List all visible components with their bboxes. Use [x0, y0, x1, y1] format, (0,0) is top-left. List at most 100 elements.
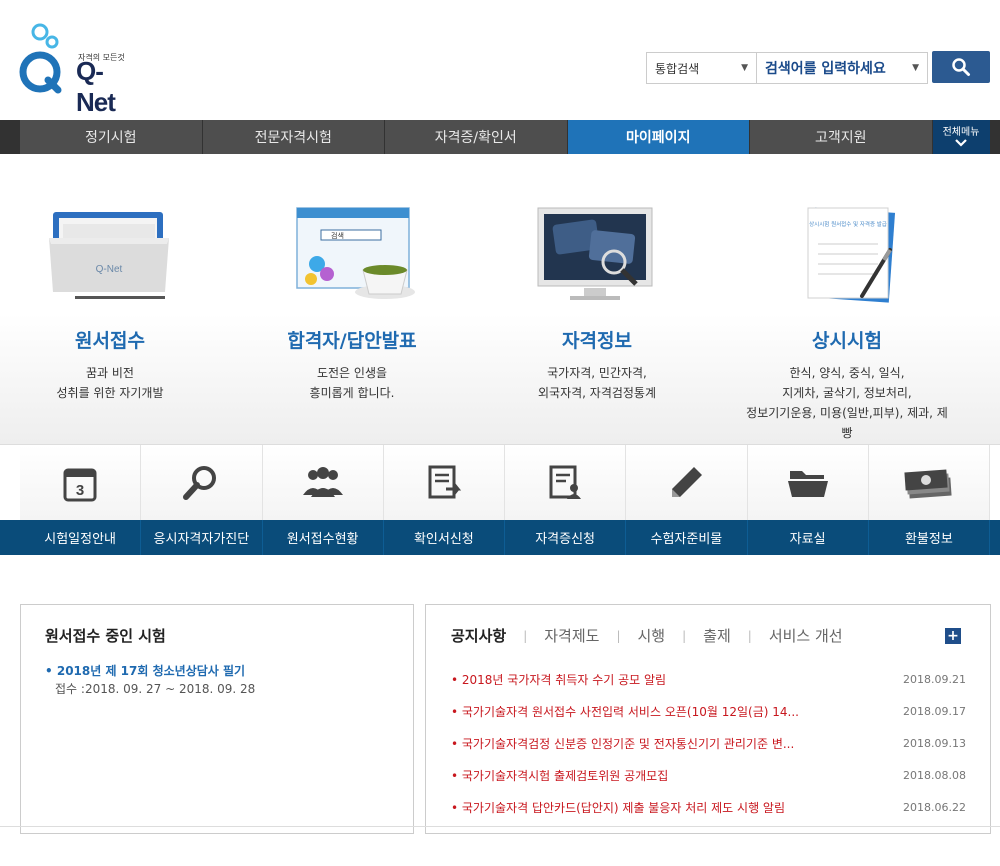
quick-item-supplies[interactable]: [626, 445, 748, 520]
money-icon: [904, 469, 952, 498]
quick-item-application-status[interactable]: [262, 445, 384, 520]
feature-desc-line: 도전은 인생을: [316, 366, 388, 380]
folder-logo-text: Q-Net: [96, 264, 123, 275]
tab-question[interactable]: 출제: [703, 625, 731, 646]
header: 자격의 모든것 Q-Net 통합검색 ▼ 검색어를 입력하세요 ▼: [0, 0, 1000, 120]
document-arrow-icon: [428, 465, 461, 498]
quick-menu-labels: 시험일정안내 응시자격자가진단 원서접수현황 확인서신청 자격증신청 수험자준비…: [20, 520, 990, 555]
logo-bubbles-icon: [19, 23, 62, 94]
quick-label-application-status[interactable]: 원서접수현황: [263, 520, 384, 555]
pencil-icon: [672, 466, 703, 497]
folder-image-icon: Q-Net: [49, 212, 169, 299]
feature-desc-line: 국가자격, 민간자격,: [547, 366, 647, 380]
notice-title[interactable]: • 국가기술자격시험 출제검토위원 공개모집: [451, 767, 846, 784]
quick-item-confirmation[interactable]: [383, 445, 505, 520]
nav-item-regular-exam[interactable]: 정기시험: [20, 120, 203, 154]
list-item[interactable]: • 국가기술자격 답안카드(답안지) 제출 불응자 처리 제도 시행 알림 20…: [451, 791, 966, 823]
quick-label-eligibility[interactable]: 응시자격자가진단: [141, 520, 263, 555]
nav-item-support[interactable]: 고객지원: [750, 120, 933, 154]
nav-edge: [0, 120, 20, 154]
search-scope-select[interactable]: 통합검색 ▼: [646, 52, 756, 84]
quick-item-eligibility[interactable]: [141, 445, 263, 520]
feature-title: 자격정보: [562, 330, 632, 352]
tab-divider: |: [747, 628, 752, 643]
search-button[interactable]: [932, 51, 990, 83]
tab-divider: |: [682, 628, 687, 643]
feature-desc: 꿈과 비전 성취를 위한 자기개발: [5, 363, 215, 403]
search-scope-value: 통합검색: [655, 61, 700, 76]
quick-item-certificate[interactable]: [505, 445, 627, 520]
notice-date: 2018.08.08: [903, 768, 966, 782]
hero-features: Q-Net 원서접수 꿈과 비전 성취를 위한 자기개발 검색 합격자/답안발표…: [0, 154, 1000, 444]
feature-desc-line: 정보기기운용, 미용(일반,피부), 제과, 제빵: [746, 406, 948, 440]
quick-label-supplies[interactable]: 수험자준비물: [626, 520, 748, 555]
notice-title[interactable]: • 2018년 국가자격 취득자 수기 공모 알림: [451, 671, 846, 688]
feature-desc: 도전은 인생을 흥미롭게 합니다.: [247, 363, 457, 403]
feature-desc-line: 한식, 양식, 중식, 일식,: [789, 366, 905, 380]
notice-list: • 2018년 국가자격 취득자 수기 공모 알림 2018.09.21 • 국…: [451, 663, 966, 823]
main-nav: 정기시험 전문자격시험 자격증/확인서 마이페이지 고객지원 전체메뉴: [0, 120, 1000, 154]
quick-item-archive[interactable]: [747, 445, 869, 520]
tab-service-improvement[interactable]: 서비스 개선: [769, 625, 843, 646]
chevron-down-icon: [955, 139, 967, 147]
all-menu-button[interactable]: 전체메뉴: [932, 120, 990, 154]
notice-panel: 공지사항 | 자격제도 | 시행 | 출제 | 서비스 개선 + • 2018년…: [425, 604, 991, 834]
notice-date: 2018.09.21: [903, 672, 966, 686]
document-pen-icon: 상시시험 원서접수 및 자격증 발급: [807, 207, 896, 303]
logo-text: Q-Net: [76, 56, 116, 117]
feature-desc: 한식, 양식, 중식, 일식, 지게차, 굴삭기, 정보처리, 정보기기운용, …: [742, 363, 952, 443]
feature-desc-line: 성취를 위한 자기개발: [56, 386, 164, 400]
search-placeholder: 검색어를 입력하세요: [765, 61, 886, 77]
exam-period: 접수 :2018. 09. 27 ~ 2018. 09. 28: [55, 682, 256, 696]
chevron-down-icon: ▼: [912, 63, 919, 73]
quick-menu: 3 시험일정안내 응시자격자가진단 원서접수현황 확인서신청 자격증신청 수험자…: [0, 444, 1000, 555]
notice-tabs: 공지사항 | 자격제도 | 시행 | 출제 | 서비스 개선: [451, 625, 843, 646]
quick-item-refund[interactable]: [868, 445, 990, 520]
people-icon: [302, 466, 343, 497]
quick-label-schedule[interactable]: 시험일정안내: [20, 520, 142, 555]
panel-title: 원서접수 중인 시험: [45, 627, 166, 645]
search-area: 통합검색 ▼ 검색어를 입력하세요 ▼: [646, 52, 928, 84]
feature-desc-line: 흥미롭게 합니다.: [309, 386, 395, 400]
browser-search-text: 검색: [331, 231, 344, 240]
doc-title-text: 상시시험 원서접수 및 자격증 발급: [809, 220, 887, 228]
notice-title[interactable]: • 국가기술자격 원서접수 사전입력 서비스 오픈(10월 12일(금) 14.…: [451, 703, 846, 720]
list-item[interactable]: • 국가기술자격시험 출제검토위원 공개모집 2018.08.08: [451, 759, 966, 791]
quick-item-schedule[interactable]: 3: [20, 445, 142, 520]
search-icon: [952, 58, 970, 76]
list-item[interactable]: • 국가기술자격 원서접수 사전입력 서비스 오픈(10월 12일(금) 14.…: [451, 695, 966, 727]
more-plus-icon[interactable]: +: [945, 628, 961, 644]
quick-menu-bar: 시험일정안내 응시자격자가진단 원서접수현황 확인서신청 자격증신청 수험자준비…: [0, 520, 1000, 555]
quick-label-refund[interactable]: 환불정보: [869, 520, 990, 555]
qnet-logo[interactable]: 자격의 모든것 Q-Net: [18, 22, 138, 117]
browser-teacup-icon: 검색: [296, 207, 415, 299]
nav-item-mypage[interactable]: 마이페이지: [567, 120, 750, 154]
feature-desc: 국가자격, 민간자격, 외국자격, 자격검정통계: [492, 363, 702, 403]
feature-desc-line: 꿈과 비전: [86, 366, 134, 380]
tab-notice[interactable]: 공지사항: [451, 625, 506, 646]
feature-title: 상시시험: [812, 330, 882, 352]
feature-title: 원서접수: [75, 330, 145, 352]
notice-date: 2018.06.22: [903, 800, 966, 814]
tab-divider: |: [616, 628, 621, 643]
quick-label-certificate[interactable]: 자격증신청: [505, 520, 627, 555]
quick-label-confirmation[interactable]: 확인서신청: [384, 520, 505, 555]
notice-title[interactable]: • 국가기술자격검정 신분증 인정기준 및 전자통신기기 관리기준 변...: [451, 735, 846, 752]
notice-date: 2018.09.17: [903, 704, 966, 718]
tab-system[interactable]: 자격제도: [544, 625, 599, 646]
quick-label-archive[interactable]: 자료실: [748, 520, 869, 555]
nav-item-certificate[interactable]: 자격증/확인서: [385, 120, 568, 154]
list-item[interactable]: • 2018년 국가자격 취득자 수기 공모 알림 2018.09.21: [451, 663, 966, 695]
notice-title[interactable]: • 국가기술자격 답안카드(답안지) 제출 불응자 처리 제도 시행 알림: [451, 799, 846, 816]
search-input[interactable]: 검색어를 입력하세요 ▼: [756, 52, 928, 84]
exam-item-link[interactable]: • 2018년 제 17회 청소년상담사 필기: [45, 662, 245, 679]
footer-divider: [0, 826, 1000, 827]
feature-desc-line: 지게차, 굴삭기, 정보처리,: [782, 386, 912, 400]
folder-icon: [787, 470, 828, 497]
chevron-down-icon: ▼: [741, 63, 748, 73]
nav-item-professional-exam[interactable]: 전문자격시험: [202, 120, 385, 154]
list-item[interactable]: • 국가기술자격검정 신분증 인정기준 및 전자통신기기 관리기준 변... 2…: [451, 727, 966, 759]
monitor-magnifier-icon: [537, 207, 653, 300]
calendar-day: 3: [76, 482, 84, 499]
tab-conduct[interactable]: 시행: [638, 625, 666, 646]
